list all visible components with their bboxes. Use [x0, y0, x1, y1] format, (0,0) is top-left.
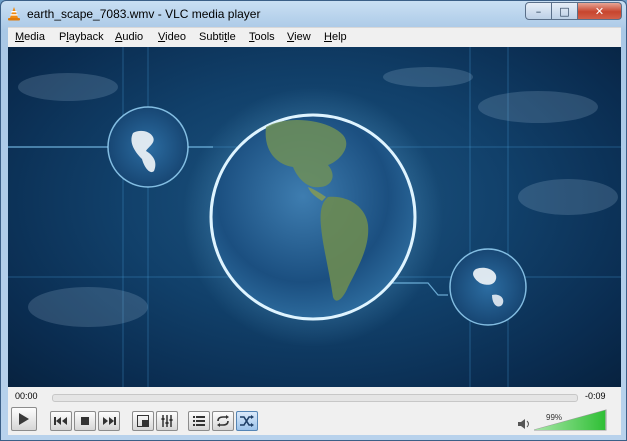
random-icon [240, 415, 254, 427]
maximize-button[interactable]: □ [552, 2, 578, 20]
video-area[interactable] [8, 47, 621, 387]
extended-settings-icon [161, 415, 173, 427]
stop-icon [81, 417, 89, 425]
previous-button[interactable] [50, 411, 72, 431]
menu-audio[interactable]: Audio [115, 31, 143, 43]
random-button[interactable] [236, 411, 258, 431]
menu-bar: Media Playback Audio Video Subtitle Tool… [8, 27, 621, 48]
remaining-time[interactable]: -0:09 [585, 391, 606, 401]
volume-slider[interactable] [534, 409, 608, 431]
window-controls: – □ ✕ [525, 2, 622, 20]
menu-view[interactable]: View [287, 31, 311, 43]
window-title: earth_scape_7083.wmv - VLC media player [27, 7, 261, 21]
previous-icon [54, 417, 67, 425]
loop-icon [217, 415, 229, 427]
menu-subtitle[interactable]: Subtitle [199, 31, 236, 43]
menu-media[interactable]: Media [15, 31, 45, 43]
speaker-icon[interactable] [517, 418, 531, 430]
menu-playback[interactable]: Playback [59, 31, 104, 43]
vlc-window: earth_scape_7083.wmv - VLC media player … [0, 0, 627, 441]
stop-button[interactable] [74, 411, 96, 431]
next-icon [103, 417, 116, 425]
minimize-button[interactable]: – [525, 2, 552, 20]
menu-help[interactable]: Help [324, 31, 347, 43]
fullscreen-icon [137, 415, 149, 427]
menu-video[interactable]: Video [158, 31, 186, 43]
vlc-cone-icon [8, 7, 20, 21]
playlist-button[interactable] [188, 411, 210, 431]
playlist-icon [193, 415, 205, 426]
loop-button[interactable] [212, 411, 234, 431]
title-bar[interactable]: earth_scape_7083.wmv - VLC media player … [1, 1, 626, 27]
play-button[interactable] [11, 407, 37, 431]
elapsed-time: 00:00 [15, 391, 38, 401]
seek-slider[interactable] [52, 394, 578, 402]
control-panel: 00:00 -0:09 99% [8, 387, 621, 435]
video-frame [8, 47, 621, 387]
menu-tools[interactable]: Tools [249, 31, 275, 43]
extended-settings-button[interactable] [156, 411, 178, 431]
close-button[interactable]: ✕ [578, 2, 622, 20]
play-icon [19, 413, 29, 425]
next-button[interactable] [98, 411, 120, 431]
fullscreen-button[interactable] [132, 411, 154, 431]
